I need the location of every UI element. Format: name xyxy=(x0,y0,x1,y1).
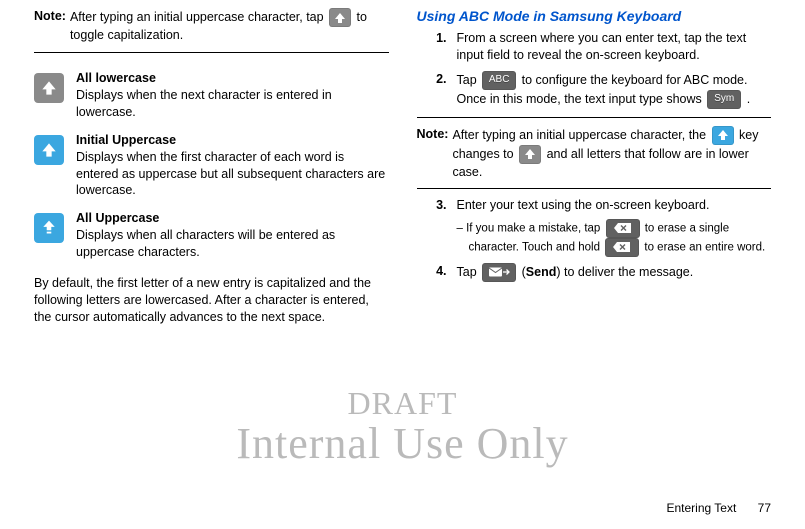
divider xyxy=(417,117,772,118)
note-label: Note: xyxy=(417,126,453,181)
mode-desc: Displays when the next character is ente… xyxy=(76,87,389,121)
mode-text: All lowercase Displays when the next cha… xyxy=(76,71,389,121)
mode-desc: Displays when all characters will be ent… xyxy=(76,227,389,261)
step-body: Enter your text using the on-screen keyb… xyxy=(457,197,772,256)
abc-label: ABC xyxy=(489,73,510,87)
mode-item: All lowercase Displays when the next cha… xyxy=(34,71,389,121)
note-body: After typing an initial uppercase charac… xyxy=(452,126,771,181)
shift-icon xyxy=(329,8,351,27)
step-item: 1. From a screen where you can enter tex… xyxy=(417,30,772,65)
note-text-before: After typing an initial uppercase charac… xyxy=(70,10,327,24)
backspace-icon xyxy=(606,219,640,238)
shift-icon xyxy=(519,145,541,164)
note-block: Note: After typing an initial uppercase … xyxy=(34,8,389,44)
abc-key-icon: ABC xyxy=(482,71,516,90)
watermark-line1: DRAFT xyxy=(0,385,805,422)
mode-item: All Uppercase Displays when all characte… xyxy=(34,211,389,261)
left-column: Note: After typing an initial uppercase … xyxy=(34,8,389,326)
send-label: Send xyxy=(526,264,557,278)
shift-lowercase-icon xyxy=(34,73,64,103)
step-number: 1. xyxy=(417,30,457,65)
steps-list-cont: 3. Enter your text using the on-screen k… xyxy=(417,197,772,281)
footer-section: Entering Text xyxy=(666,501,736,515)
mode-title: All Uppercase xyxy=(76,211,389,225)
text: After typing an initial uppercase charac… xyxy=(452,127,709,141)
step-number: 4. xyxy=(417,263,457,282)
note-body: After typing an initial uppercase charac… xyxy=(70,8,389,44)
shift-initial-icon xyxy=(34,135,64,165)
text: to erase an entire word. xyxy=(644,241,765,253)
sub-bullet: – If you make a mistake, tap to erase a … xyxy=(457,219,772,257)
watermark-line2: Internal Use Only xyxy=(0,418,805,469)
step-number: 3. xyxy=(417,197,457,256)
mode-list: All lowercase Displays when the next cha… xyxy=(34,71,389,261)
note-block: Note: After typing an initial uppercase … xyxy=(417,126,772,181)
mode-item: Initial Uppercase Displays when the firs… xyxy=(34,133,389,200)
section-title: Using ABC Mode in Samsung Keyboard xyxy=(417,8,772,24)
right-column: Using ABC Mode in Samsung Keyboard 1. Fr… xyxy=(417,8,772,326)
shift-uppercase-icon xyxy=(34,213,64,243)
mode-title: Initial Uppercase xyxy=(76,133,389,147)
sym-key-icon: Sym xyxy=(707,90,741,109)
watermark: DRAFT Internal Use Only xyxy=(0,385,805,469)
text: Tap xyxy=(457,72,481,86)
send-icon xyxy=(482,263,516,282)
text: Tap xyxy=(457,264,481,278)
mode-text: All Uppercase Displays when all characte… xyxy=(76,211,389,261)
divider xyxy=(34,52,389,53)
step-item: 3. Enter your text using the on-screen k… xyxy=(417,197,772,256)
step-body: From a screen where you can enter text, … xyxy=(457,30,772,65)
text: Enter your text using the on-screen keyb… xyxy=(457,198,710,212)
footer: Entering Text 77 xyxy=(666,501,771,515)
footer-page: 77 xyxy=(758,501,771,515)
text: – If you make a mistake, tap xyxy=(457,222,604,234)
step-item: 2. Tap ABC to configure the keyboard for… xyxy=(417,71,772,109)
note-label: Note: xyxy=(34,8,70,44)
step-item: 4. Tap (Send) to deliver the message. xyxy=(417,263,772,282)
divider xyxy=(417,188,772,189)
step-number: 2. xyxy=(417,71,457,109)
backspace-icon xyxy=(605,238,639,257)
text: ) to deliver the message. xyxy=(556,264,693,278)
sym-label: Sym xyxy=(714,92,734,106)
mode-text: Initial Uppercase Displays when the firs… xyxy=(76,133,389,200)
mode-title: All lowercase xyxy=(76,71,389,85)
step-body: Tap (Send) to deliver the message. xyxy=(457,263,772,282)
text: . xyxy=(747,91,750,105)
paragraph: By default, the first letter of a new en… xyxy=(34,275,389,326)
shift-icon xyxy=(712,126,734,145)
step-body: Tap ABC to configure the keyboard for AB… xyxy=(457,71,772,109)
mode-desc: Displays when the first character of eac… xyxy=(76,149,389,200)
steps-list: 1. From a screen where you can enter tex… xyxy=(417,30,772,109)
